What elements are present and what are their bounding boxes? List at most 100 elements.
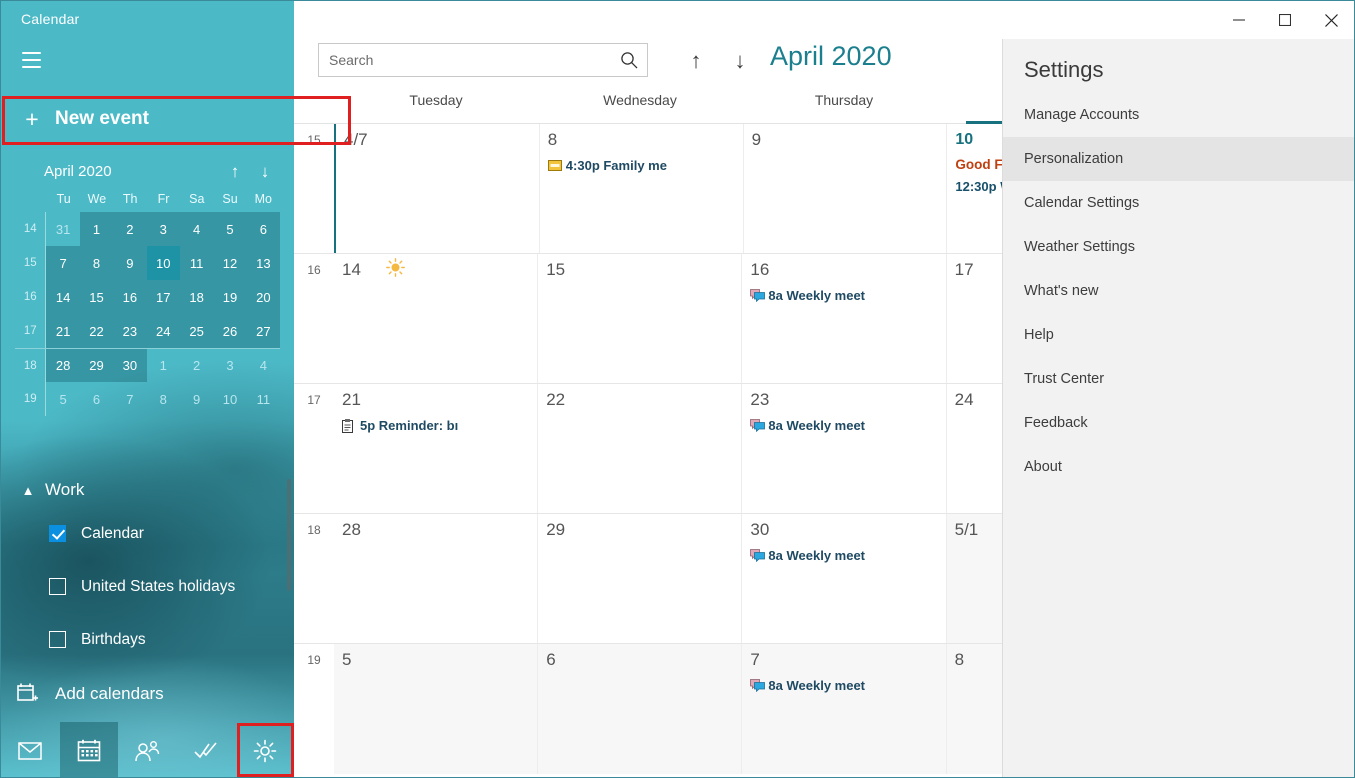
calendar-day-cell[interactable]: 29 — [537, 514, 741, 643]
calendar-checkbox[interactable] — [49, 631, 66, 648]
calendar-day-cell[interactable]: 4/7 — [334, 124, 539, 253]
calendar-day-cell[interactable]: 5 — [334, 644, 538, 774]
nav-todo-button[interactable] — [177, 722, 236, 777]
search-input[interactable] — [319, 44, 611, 76]
mini-calendar-day[interactable]: 27 — [246, 314, 281, 348]
mini-calendar-day[interactable]: 22 — [79, 314, 114, 348]
mini-calendar-day[interactable]: 6 — [246, 212, 281, 246]
calendar-group-toggle[interactable]: ▲ Work — [15, 473, 277, 507]
mini-calendar-week-number: 17 — [15, 314, 47, 348]
close-button[interactable] — [1308, 1, 1354, 39]
calendar-list-item[interactable]: Calendar — [15, 507, 277, 560]
maximize-button[interactable] — [1262, 1, 1308, 39]
mini-calendar-day[interactable]: 2 — [113, 212, 147, 246]
nav-people-button[interactable] — [118, 722, 177, 777]
nav-mail-button[interactable] — [1, 722, 60, 777]
mini-calendar-day[interactable]: 21 — [46, 314, 80, 348]
calendar-day-cell[interactable]: 30 8a Weekly meet — [741, 514, 945, 643]
calendar-event[interactable]: 8a Weekly meet — [750, 418, 937, 433]
mini-calendar-day[interactable]: 28 — [46, 349, 80, 382]
nav-settings-button[interactable] — [235, 722, 294, 777]
mini-calendar-day[interactable]: 23 — [113, 314, 147, 348]
calendar-event[interactable]: 8a Weekly meet — [750, 678, 937, 693]
next-month-button[interactable]: ↓ — [724, 45, 756, 77]
previous-month-button[interactable]: ↑ — [680, 45, 712, 77]
mini-calendar-day[interactable]: 17 — [146, 280, 180, 314]
calendar-day-cell[interactable]: 6 — [537, 644, 742, 774]
mini-calendar-day[interactable]: 5 — [213, 212, 247, 246]
settings-item-weather-settings[interactable]: Weather Settings — [1003, 225, 1354, 269]
settings-item-manage-accounts[interactable]: Manage Accounts — [1003, 93, 1354, 137]
calendar-day-cell[interactable]: 16 8a Weekly meet — [741, 254, 945, 383]
nav-calendar-button[interactable] — [59, 722, 119, 777]
calendar-day-cell[interactable]: 28 — [334, 514, 537, 643]
calendar-event[interactable]: 8a Weekly meet — [750, 548, 937, 563]
mini-calendar-day[interactable]: 5 — [46, 382, 79, 416]
calendar-list-item[interactable]: Birthdays — [15, 613, 277, 666]
hamburger-menu-icon[interactable] — [17, 47, 47, 77]
mini-calendar-day[interactable]: 8 — [147, 382, 180, 416]
mini-calendar-day[interactable]: 31 — [46, 212, 79, 246]
mini-calendar-day[interactable]: 4 — [247, 349, 280, 382]
mini-calendar-day[interactable]: 12 — [213, 246, 247, 280]
settings-item-trust-center[interactable]: Trust Center — [1003, 357, 1354, 401]
mini-calendar-day[interactable]: 16 — [113, 280, 147, 314]
mini-calendar-day[interactable]: 25 — [179, 314, 214, 348]
settings-item-personalization[interactable]: Personalization — [1003, 137, 1354, 181]
mini-calendar-day[interactable]: 13 — [246, 246, 281, 280]
mini-calendar-day[interactable]: 6 — [80, 382, 113, 416]
calendar-event[interactable]: 5p Reminder: bı — [342, 418, 529, 433]
new-event-button[interactable]: + New event — [15, 99, 275, 139]
calendar-day-cell[interactable]: 15 — [537, 254, 741, 383]
mini-calendar-day[interactable]: 3 — [213, 349, 246, 382]
mini-calendar-day[interactable]: 19 — [213, 280, 247, 314]
mini-calendar-day[interactable]: 8 — [79, 246, 114, 280]
settings-item-about[interactable]: About — [1003, 445, 1354, 489]
settings-item-help[interactable]: Help — [1003, 313, 1354, 357]
calendar-day-cell[interactable]: 22 — [537, 384, 741, 513]
calendar-day-cell[interactable]: 7 8a Weekly meet — [741, 644, 946, 774]
calendar-checkbox[interactable] — [49, 525, 66, 542]
mini-calendar-day[interactable]: 7 — [113, 382, 146, 416]
mini-calendar-day[interactable]: 4 — [179, 212, 214, 246]
search-icon[interactable] — [611, 44, 647, 76]
calendar-event[interactable]: 4:30p Family me — [547, 158, 735, 173]
calendar-checkbox[interactable] — [49, 578, 66, 595]
mini-calendar-day[interactable]: 11 — [179, 246, 214, 280]
sidebar-scrollbar[interactable] — [287, 479, 291, 591]
mini-calendar-day[interactable]: 2 — [180, 349, 213, 382]
add-calendars-button[interactable]: Add calendars — [15, 683, 164, 705]
mini-calendar-day[interactable]: 1 — [147, 349, 180, 382]
calendar-day-cell[interactable]: 23 8a Weekly meet — [741, 384, 945, 513]
mini-calendar-day[interactable]: 1 — [79, 212, 114, 246]
mini-calendar-day[interactable]: 24 — [146, 314, 180, 348]
settings-item-what-s-new[interactable]: What's new — [1003, 269, 1354, 313]
mini-calendar-day[interactable]: 30 — [113, 349, 147, 382]
calendar-day-cell[interactable]: 9 — [742, 124, 947, 253]
calendar-list-item[interactable]: United States holidays — [15, 560, 277, 613]
settings-item-feedback[interactable]: Feedback — [1003, 401, 1354, 445]
mini-calendar-day[interactable]: 20 — [246, 280, 281, 314]
calendar-day-cell[interactable]: 21 5p Reminder: bı — [334, 384, 537, 513]
mini-calendar-day[interactable]: 29 — [79, 349, 114, 382]
mini-calendar-day[interactable]: 15 — [79, 280, 114, 314]
calendar-day-cell[interactable]: 8 4:30p Family me — [538, 124, 743, 253]
mini-calendar-day[interactable]: 11 — [247, 382, 280, 416]
calendar-event[interactable]: 8a Weekly meet — [750, 288, 937, 303]
calendar-day-cell[interactable]: 14 — [334, 254, 537, 383]
settings-item-calendar-settings[interactable]: Calendar Settings — [1003, 181, 1354, 225]
mini-calendar-day[interactable]: 18 — [179, 280, 214, 314]
calendar-event-text: 8a Weekly meet — [768, 678, 866, 693]
mini-calendar-next-icon[interactable]: ↓ — [250, 163, 280, 180]
mini-calendar-prev-icon[interactable]: ↑ — [220, 163, 250, 180]
search-box[interactable] — [318, 43, 648, 77]
mini-calendar-day[interactable]: 9 — [113, 246, 147, 280]
mini-calendar-day[interactable]: 14 — [46, 280, 80, 314]
mini-calendar-day[interactable]: 3 — [146, 212, 180, 246]
mini-calendar-day[interactable]: 9 — [180, 382, 213, 416]
mini-calendar-day[interactable]: 10 — [146, 246, 180, 280]
minimize-button[interactable] — [1216, 1, 1262, 39]
mini-calendar-day[interactable]: 10 — [213, 382, 246, 416]
mini-calendar-day[interactable]: 7 — [46, 246, 80, 280]
mini-calendar-day[interactable]: 26 — [213, 314, 247, 348]
